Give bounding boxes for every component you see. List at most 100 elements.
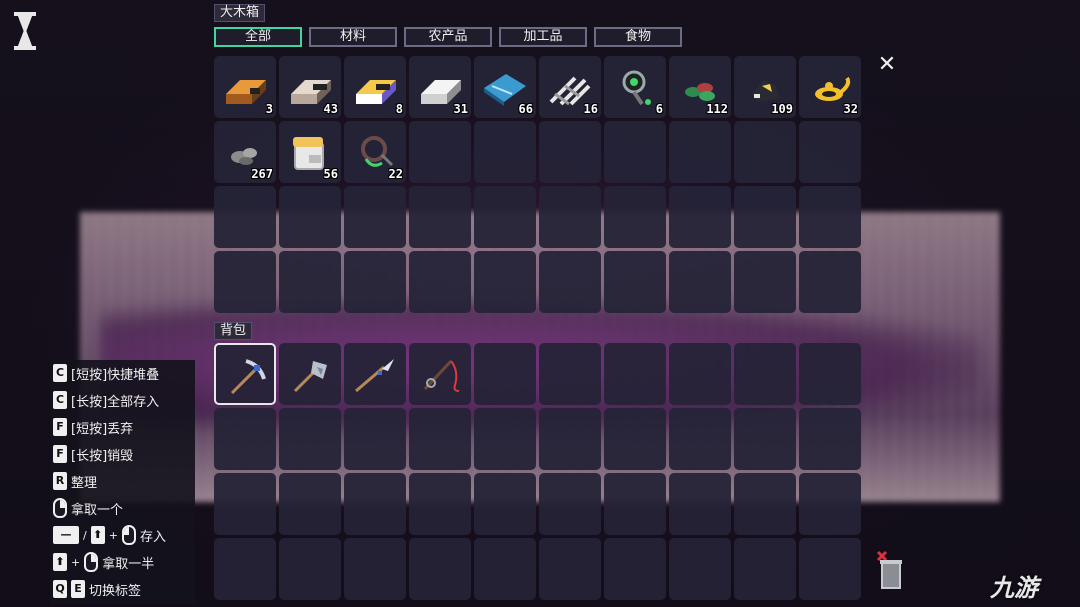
backpack-slot[interactable] [409, 408, 471, 470]
key-separator: + [108, 528, 118, 542]
control-hints-panel: C [短按]快捷堆叠 C [长按]全部存入 F [短按]丢弃 F [长按]销毁 R 整理 拿取一个 —… [50, 360, 195, 604]
control-hint: ⬆ + 拿取一半 [53, 551, 154, 573]
chest-slot[interactable] [799, 251, 861, 313]
backpack-slot[interactable] [474, 408, 536, 470]
backpack-slot[interactable] [279, 408, 341, 470]
backpack-slot[interactable] [214, 538, 276, 600]
backpack-slot[interactable] [669, 538, 731, 600]
chest-slot[interactable]: 31 [409, 56, 471, 118]
backpack-slot[interactable] [604, 408, 666, 470]
backpack-slot[interactable] [279, 538, 341, 600]
chest-slot[interactable] [799, 186, 861, 248]
chest-slot[interactable]: 32 [799, 56, 861, 118]
chest-slot[interactable] [214, 186, 276, 248]
backpack-slot[interactable] [669, 473, 731, 535]
chest-slot[interactable] [344, 251, 406, 313]
tab-4[interactable]: 食物 [594, 27, 682, 47]
tab-0[interactable]: 全部 [214, 27, 302, 47]
chest-slot[interactable] [734, 186, 796, 248]
trash-icon[interactable] [876, 548, 902, 592]
backpack-slot[interactable] [409, 538, 471, 600]
backpack-slot[interactable] [344, 473, 406, 535]
chest-slot[interactable] [734, 251, 796, 313]
backpack-slot[interactable] [539, 473, 601, 535]
watermark-text: 九游 [990, 574, 1038, 602]
tab-1[interactable]: 材料 [309, 27, 397, 47]
backpack-slot[interactable] [799, 408, 861, 470]
backpack-slot[interactable] [279, 343, 341, 405]
backpack-slot[interactable] [214, 343, 276, 405]
backpack-slot[interactable] [604, 538, 666, 600]
chest-grid: 3 43 8 31 66 16 6 112 109 32 267 56 22 [214, 56, 861, 313]
chest-slot[interactable]: 43 [279, 56, 341, 118]
chest-slot[interactable] [669, 251, 731, 313]
chest-slot[interactable] [474, 121, 536, 183]
close-icon[interactable]: ✕ [876, 54, 898, 76]
chest-slot[interactable]: 3 [214, 56, 276, 118]
backpack-slot[interactable] [474, 538, 536, 600]
chest-slot[interactable]: 6 [604, 56, 666, 118]
chest-slot[interactable]: 8 [344, 56, 406, 118]
backpack-slot[interactable] [409, 343, 471, 405]
chest-slot[interactable] [669, 121, 731, 183]
backpack-slot[interactable] [344, 343, 406, 405]
chest-slot[interactable] [799, 121, 861, 183]
chest-slot[interactable] [604, 251, 666, 313]
item-count: 32 [843, 102, 858, 116]
key-e: E [71, 580, 85, 598]
chest-slot[interactable] [279, 186, 341, 248]
backpack-slot[interactable] [214, 473, 276, 535]
backpack-slot[interactable] [214, 408, 276, 470]
backpack-slot[interactable] [734, 343, 796, 405]
backpack-slot[interactable] [279, 473, 341, 535]
backpack-slot[interactable] [344, 538, 406, 600]
chest-slot[interactable]: 66 [474, 56, 536, 118]
chest-slot[interactable]: 56 [279, 121, 341, 183]
backpack-slot[interactable] [539, 343, 601, 405]
hint-label: 存入 [139, 529, 166, 545]
item-count: 6 [655, 102, 663, 116]
green-gem-orb-icon [622, 70, 651, 106]
backpack-slot[interactable] [539, 538, 601, 600]
backpack-slot[interactable] [669, 343, 731, 405]
chest-slot[interactable]: 109 [734, 56, 796, 118]
backpack-slot[interactable] [734, 408, 796, 470]
chest-slot[interactable] [409, 121, 471, 183]
chest-slot[interactable] [539, 186, 601, 248]
backpack-slot[interactable] [799, 343, 861, 405]
chest-slot[interactable] [344, 186, 406, 248]
hint-label: [长按]全部存入 [71, 394, 160, 410]
chest-slot[interactable] [279, 251, 341, 313]
tab-3[interactable]: 加工品 [499, 27, 587, 47]
backpack-slot[interactable] [604, 343, 666, 405]
backpack-slot[interactable] [409, 473, 471, 535]
backpack-slot[interactable] [669, 408, 731, 470]
backpack-slot[interactable] [734, 538, 796, 600]
copper-bar-icon [226, 80, 266, 104]
chest-slot[interactable] [409, 251, 471, 313]
backpack-slot[interactable] [539, 408, 601, 470]
chest-slot[interactable] [604, 186, 666, 248]
chest-slot[interactable] [669, 186, 731, 248]
backpack-slot[interactable] [734, 473, 796, 535]
backpack-slot[interactable] [474, 473, 536, 535]
chest-slot[interactable] [734, 121, 796, 183]
chest-slot[interactable] [539, 121, 601, 183]
chest-slot[interactable] [539, 251, 601, 313]
backpack-title: 背包 [214, 322, 253, 340]
chest-slot[interactable] [604, 121, 666, 183]
chest-slot[interactable]: 16 [539, 56, 601, 118]
chest-slot[interactable]: 267 [214, 121, 276, 183]
chest-slot[interactable]: 112 [669, 56, 731, 118]
chest-slot[interactable] [474, 186, 536, 248]
chest-slot[interactable] [409, 186, 471, 248]
chest-slot[interactable]: 22 [344, 121, 406, 183]
backpack-slot[interactable] [799, 473, 861, 535]
backpack-slot[interactable] [344, 408, 406, 470]
backpack-slot[interactable] [799, 538, 861, 600]
tab-2[interactable]: 农产品 [404, 27, 492, 47]
chest-slot[interactable] [214, 251, 276, 313]
chest-slot[interactable] [474, 251, 536, 313]
backpack-slot[interactable] [474, 343, 536, 405]
backpack-slot[interactable] [604, 473, 666, 535]
